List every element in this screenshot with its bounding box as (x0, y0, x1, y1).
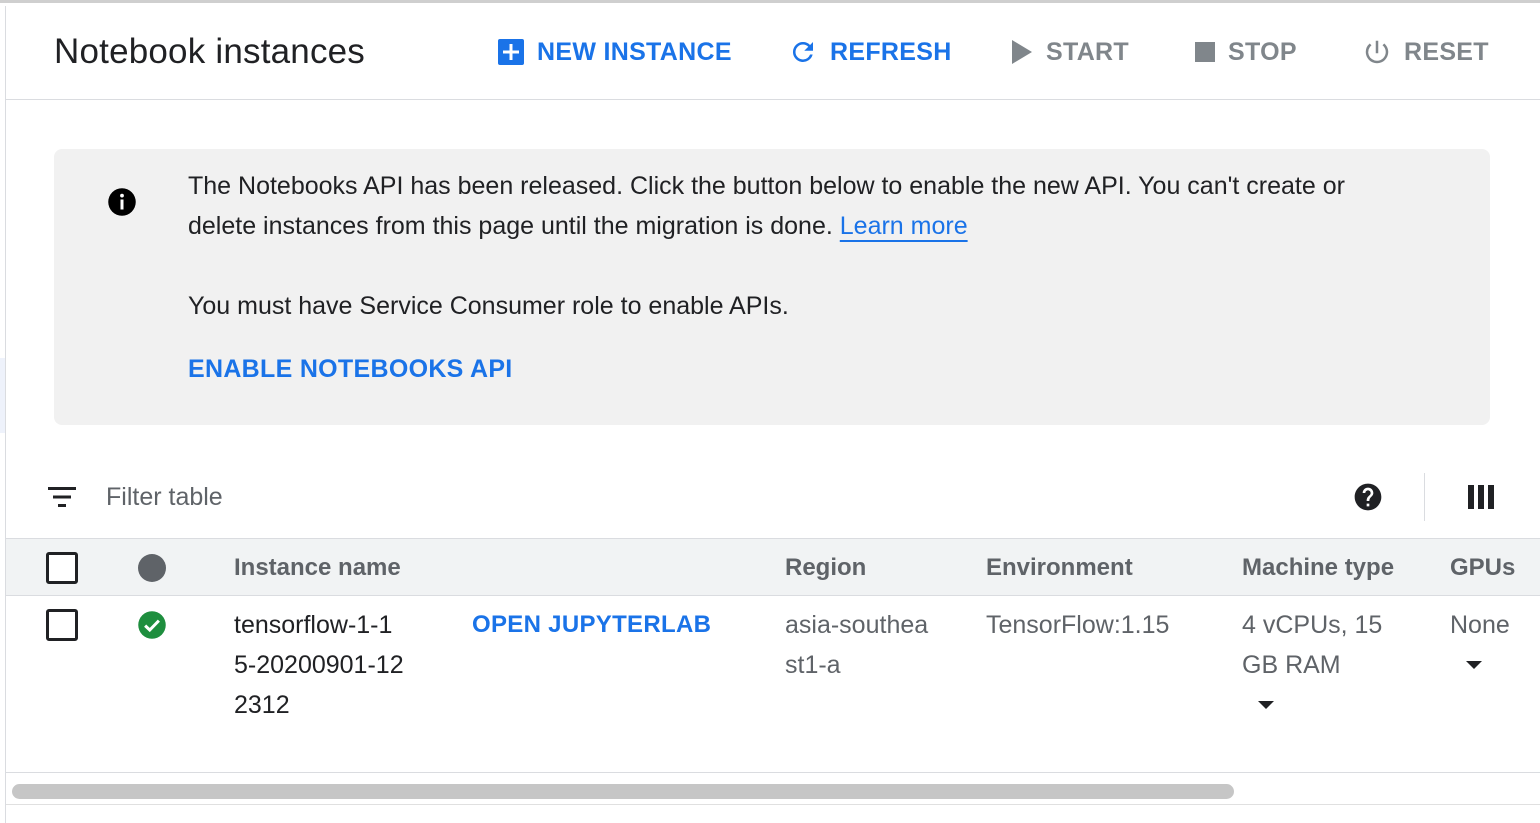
table-header-row: Instance name Region Environment Machine… (6, 538, 1540, 596)
table-row: tensorflow-1-15-20200901-122312 OPEN JUP… (6, 596, 1540, 773)
select-all-checkbox[interactable] (46, 552, 78, 584)
column-header-gpus[interactable]: GPUs (1450, 554, 1515, 582)
environment-cell: TensorFlow:1.15 (986, 611, 1170, 639)
refresh-button[interactable]: REFRESH (788, 34, 952, 70)
toolbar-divider (1424, 473, 1425, 521)
banner-role-note: You must have Service Consumer role to e… (188, 292, 789, 320)
column-header-environment[interactable]: Environment (986, 554, 1133, 582)
region-cell: asia-southeast1-a (785, 611, 929, 679)
gpus-cell: None (1450, 611, 1510, 639)
api-migration-banner: The Notebooks API has been released. Cli… (54, 149, 1490, 425)
banner-message: The Notebooks API has been released. Cli… (188, 172, 1345, 240)
columns-icon[interactable] (1468, 485, 1494, 509)
play-icon (1012, 40, 1032, 64)
start-button[interactable]: START (1010, 34, 1129, 70)
filter-icon[interactable] (48, 485, 76, 509)
start-label: START (1046, 37, 1129, 66)
column-header-region[interactable]: Region (785, 554, 866, 582)
stop-label: STOP (1228, 37, 1297, 66)
reset-label: RESET (1404, 37, 1489, 66)
page-title: Notebook instances (54, 32, 366, 71)
instance-name-cell: tensorflow-1-15-20200901-122312 (234, 611, 404, 719)
scrollbar-thumb[interactable] (12, 784, 1234, 799)
status-column-icon (138, 554, 166, 582)
left-border-accent (0, 358, 5, 433)
column-header-machine-type[interactable]: Machine type (1242, 554, 1394, 582)
horizontal-scrollbar[interactable] (6, 775, 1540, 805)
stop-icon (1195, 42, 1215, 62)
page-header: Notebook instances NEW INSTANCE REFRESH … (6, 6, 1540, 100)
new-instance-label: NEW INSTANCE (537, 37, 732, 66)
row-checkbox[interactable] (46, 609, 78, 641)
column-header-instance-name[interactable]: Instance name (234, 554, 401, 582)
filter-bar (6, 469, 1540, 537)
reset-button[interactable]: RESET (1362, 34, 1489, 70)
refresh-label: REFRESH (830, 37, 952, 66)
refresh-icon (792, 41, 813, 62)
add-box-icon (498, 39, 524, 65)
notebook-instances-page: Notebook instances NEW INSTANCE REFRESH … (0, 0, 1540, 823)
new-instance-button[interactable]: NEW INSTANCE (497, 34, 732, 70)
help-icon[interactable] (1352, 481, 1384, 513)
stop-button[interactable]: STOP (1194, 34, 1297, 70)
check-circle-icon (138, 611, 166, 639)
machine-type-cell: 4 vCPUs, 15 GB RAM (1242, 611, 1383, 679)
info-icon (108, 188, 136, 216)
machine-type-dropdown-icon[interactable] (1258, 701, 1274, 709)
enable-notebooks-api-button[interactable]: ENABLE NOTEBOOKS API (188, 355, 513, 384)
filter-table-input[interactable] (106, 479, 706, 515)
gpus-dropdown-icon[interactable] (1466, 661, 1482, 669)
open-jupyterlab-link[interactable]: OPEN JUPYTERLAB (472, 605, 711, 645)
banner-message-block: The Notebooks API has been released. Cli… (188, 166, 1418, 246)
power-icon (1365, 40, 1389, 64)
learn-more-link[interactable]: Learn more (840, 212, 968, 240)
